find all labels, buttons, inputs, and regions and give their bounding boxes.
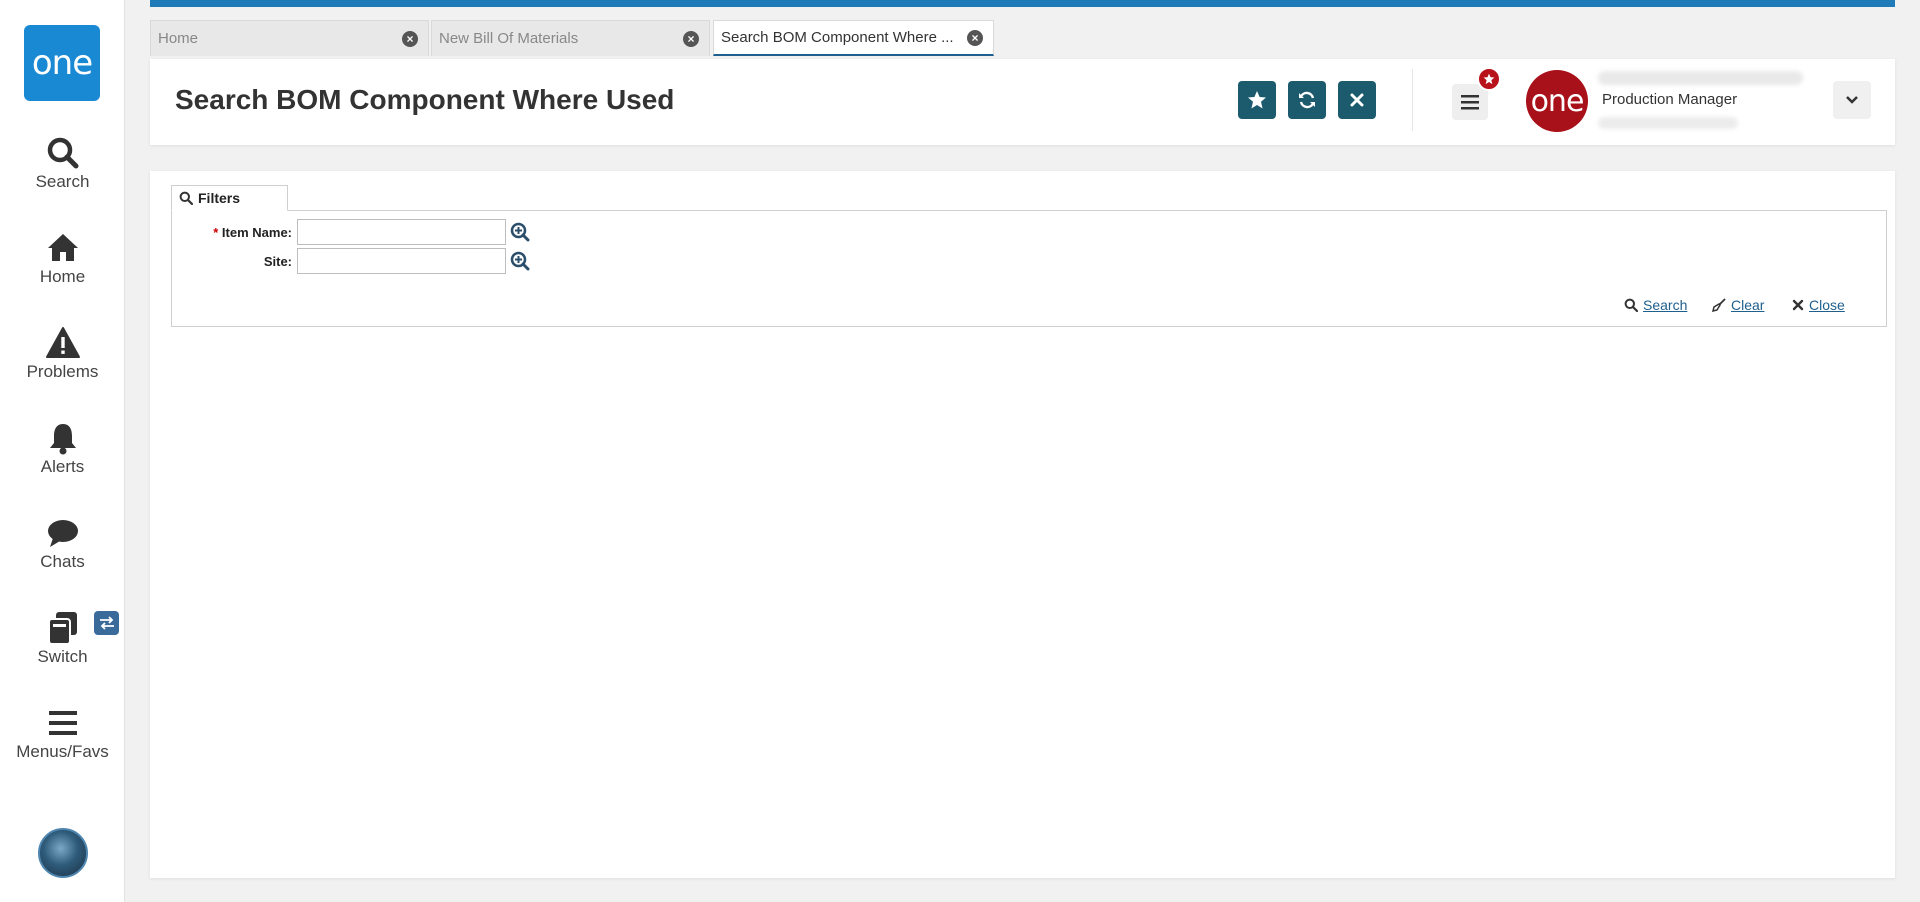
switch-exchange-icon[interactable] <box>94 611 119 635</box>
redacted-user-name <box>1598 71 1803 85</box>
close-icon <box>1350 93 1364 107</box>
close-tab-icon[interactable]: × <box>683 30 699 47</box>
user-role: Production Manager <box>1602 91 1738 108</box>
site-label-text: Site: <box>263 254 292 269</box>
search-link[interactable]: Search <box>1624 297 1687 313</box>
filters-tab[interactable]: Filters <box>171 185 288 211</box>
tab-home[interactable]: Home × <box>150 20 429 56</box>
sidebar-item-label: Menus/Favs <box>16 742 109 761</box>
sidebar-item-chats[interactable]: Chats <box>0 515 125 572</box>
menu-icon <box>48 711 77 735</box>
sidebar-item-label: Chats <box>40 552 85 571</box>
search-link-label: Search <box>1643 297 1688 313</box>
search-icon <box>47 137 78 169</box>
star-icon <box>1483 73 1495 85</box>
tab-new-bill-of-materials[interactable]: New Bill Of Materials × <box>431 20 710 56</box>
search-icon <box>179 191 193 205</box>
site-input[interactable] <box>297 248 506 274</box>
redacted-user-org <box>1598 117 1738 129</box>
sidebar-item-label: Switch <box>37 647 88 666</box>
hamburger-icon <box>1461 95 1479 110</box>
tab-label: Search BOM Component Where ... <box>721 29 954 46</box>
switch-icon <box>47 612 77 645</box>
sidebar-item-home[interactable]: Home <box>0 230 125 287</box>
required-marker: * <box>213 225 222 240</box>
filters-tab-label: Filters <box>198 190 241 206</box>
page-header: Search BOM Component Where Used one Prod… <box>150 59 1895 145</box>
left-sidebar: one Search Home Problems Alerts Chats Sw… <box>0 0 125 902</box>
app-logo[interactable]: one <box>24 25 100 101</box>
site-label: Site: <box>172 254 292 269</box>
item-name-input[interactable] <box>297 219 506 245</box>
sidebar-item-alerts[interactable]: Alerts <box>0 420 125 477</box>
star-icon <box>1248 91 1266 109</box>
refresh-icon <box>1299 91 1315 109</box>
tab-search-bom-component[interactable]: Search BOM Component Where ... × <box>713 20 994 56</box>
sidebar-item-problems[interactable]: Problems <box>0 325 125 382</box>
home-icon <box>47 234 78 261</box>
logo-text: one <box>31 43 93 83</box>
warning-icon <box>45 327 80 358</box>
broom-icon <box>1712 298 1726 312</box>
sidebar-item-search[interactable]: Search <box>0 135 125 192</box>
top-accent-bar <box>150 0 1895 7</box>
tab-label: Home <box>158 30 199 47</box>
close-link-label: Close <box>1809 297 1845 313</box>
clear-link-label: Clear <box>1731 297 1765 313</box>
page-title: Search BOM Component Where Used <box>175 84 675 115</box>
tab-label: New Bill Of Materials <box>439 30 579 47</box>
sidebar-item-label: Search <box>35 172 90 191</box>
user-avatar-text: one <box>1530 83 1585 119</box>
search-icon <box>1624 298 1638 312</box>
profile-avatar[interactable] <box>38 828 88 878</box>
sidebar-item-menus-favs[interactable]: Menus/Favs <box>0 705 125 762</box>
sidebar-item-label: Home <box>39 267 86 286</box>
main-content: Filters * Item Name: Site: Search Clear … <box>150 171 1895 878</box>
close-tab-icon[interactable]: × <box>402 30 418 47</box>
chevron-down-icon <box>1846 96 1858 104</box>
user-avatar[interactable]: one <box>1526 70 1588 132</box>
item-name-label: * Item Name: <box>172 225 292 240</box>
close-page-button[interactable] <box>1338 81 1376 119</box>
header-divider <box>1412 69 1413 131</box>
close-link[interactable]: Close <box>1792 297 1845 313</box>
zoom-lookup-icon[interactable] <box>510 251 530 271</box>
favorite-button[interactable] <box>1238 81 1276 119</box>
bell-icon <box>49 424 76 455</box>
user-menu-dropdown[interactable] <box>1833 81 1871 119</box>
refresh-button[interactable] <box>1288 81 1326 119</box>
item-name-label-text: Item Name: <box>221 225 292 240</box>
sidebar-item-label: Problems <box>26 362 99 381</box>
sidebar-item-label: Alerts <box>40 457 85 476</box>
clear-link[interactable]: Clear <box>1712 297 1764 313</box>
chat-icon <box>47 520 78 547</box>
close-tab-icon[interactable]: × <box>967 29 983 46</box>
zoom-lookup-icon[interactable] <box>510 222 530 242</box>
close-icon <box>1792 299 1804 311</box>
favorites-badge[interactable] <box>1477 67 1501 91</box>
